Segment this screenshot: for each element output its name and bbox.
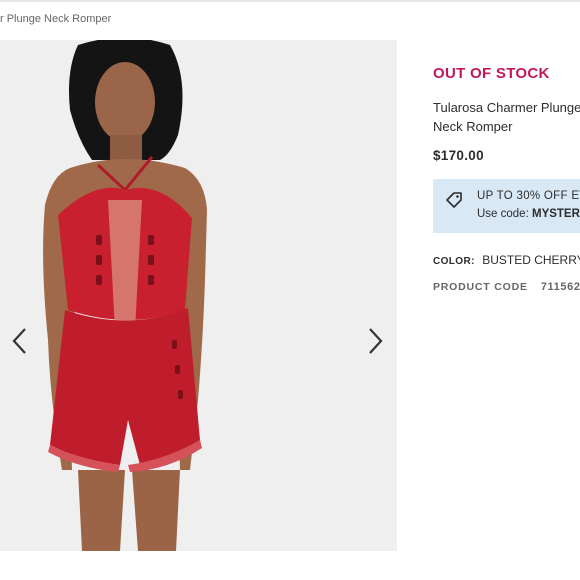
product-code-label: PRODUCT CODE [433, 281, 528, 293]
promo-code: MYSTERY [531, 208, 580, 220]
product-details: OUT OF STOCK Tularosa Charmer Plunge Nec… [433, 60, 580, 293]
promo-code-line: Use code: MYSTERY [477, 208, 580, 220]
product-price: $170.00 [433, 148, 484, 163]
breadcrumb[interactable]: r Plunge Neck Romper [0, 13, 111, 25]
top-divider [0, 0, 580, 2]
color-value: BUSTED CHERRY [482, 253, 580, 267]
product-title: Tularosa Charmer Plunge Neck Romper [433, 100, 580, 134]
previous-image-button[interactable] [9, 326, 31, 356]
chevron-left-icon [12, 328, 26, 354]
tag-icon [446, 192, 462, 208]
promo-headline: UP TO 30% OFF EVERYTHING [477, 190, 580, 202]
product-photo [0, 40, 397, 551]
promo-banner[interactable]: UP TO 30% OFF EVERYTHING Use code: MYSTE… [433, 179, 580, 233]
promo-code-prefix: Use code: [477, 208, 532, 220]
color-attribute: COLOR: BUSTED CHERRY [433, 253, 580, 267]
next-image-button[interactable] [364, 326, 386, 356]
product-image-gallery[interactable] [0, 40, 397, 551]
color-label: COLOR: [433, 256, 475, 267]
product-code-value: 711562 [540, 281, 580, 293]
product-code-attribute: PRODUCT CODE 711562 [433, 281, 580, 293]
chevron-right-icon [369, 328, 383, 354]
stock-status: OUT OF STOCK [433, 65, 550, 82]
